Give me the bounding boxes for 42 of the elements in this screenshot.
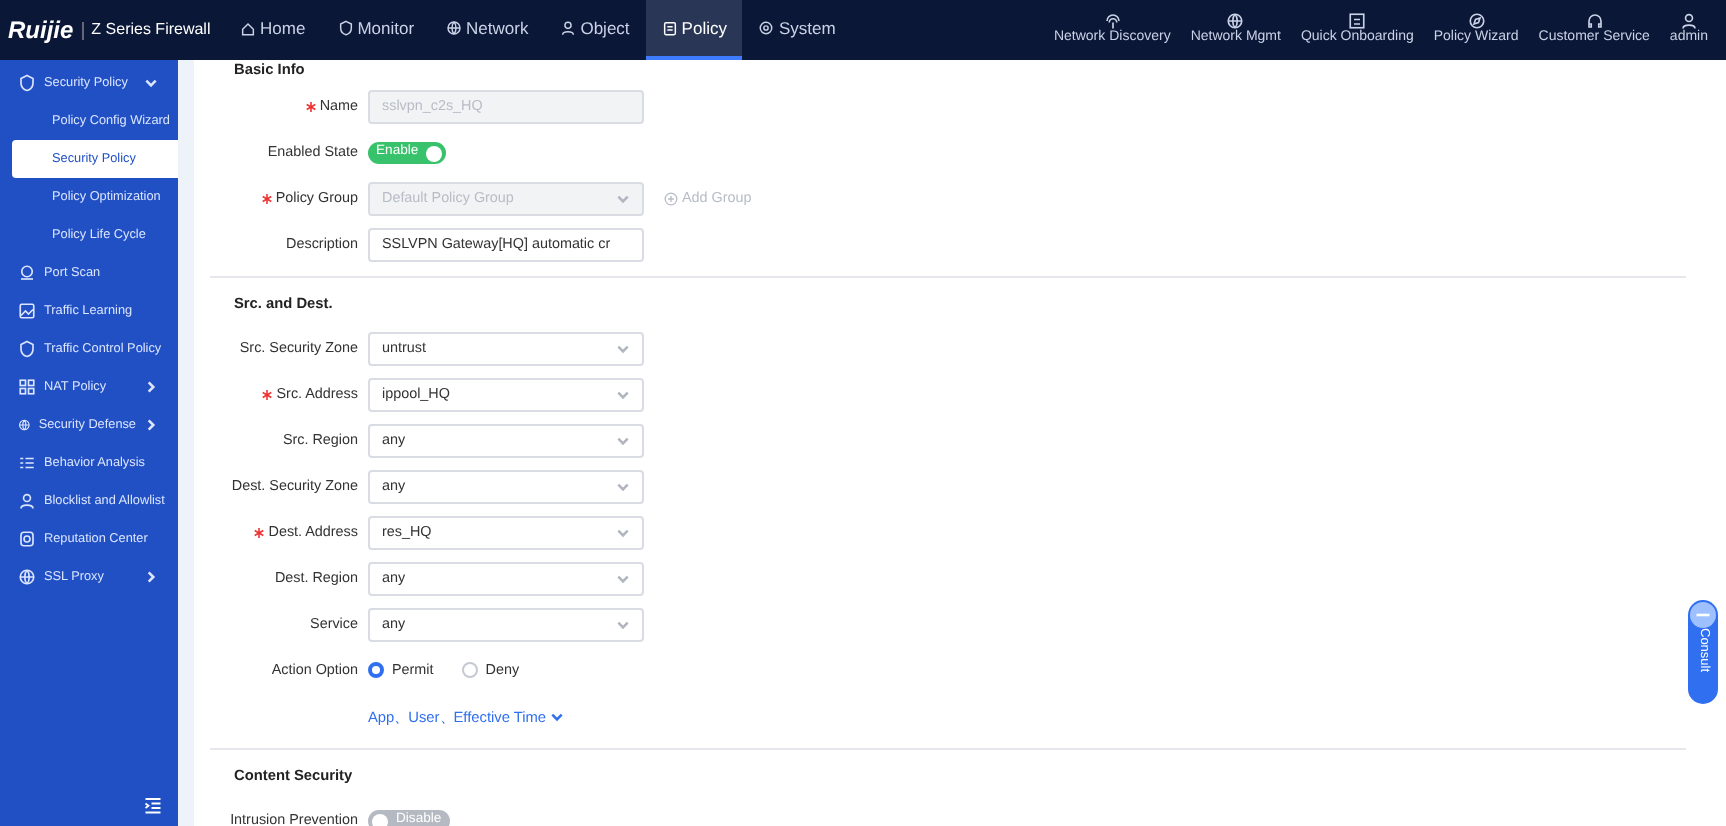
clipboard-icon — [661, 20, 678, 36]
scan-icon — [18, 264, 36, 282]
chevron-down-icon — [616, 526, 630, 540]
collapse-menu-icon[interactable] — [144, 796, 162, 814]
nav-tab[interactable]: Policy — [645, 0, 743, 60]
brand-logo: Ruijie — [8, 14, 74, 48]
product-name: Z Series Firewall — [91, 18, 211, 42]
nav-tab[interactable]: Object — [544, 0, 646, 60]
person-icon — [560, 20, 577, 36]
headset-icon — [1585, 12, 1604, 31]
image-icon — [18, 302, 36, 320]
person-icon — [18, 492, 36, 510]
chat-icon — [1690, 602, 1716, 628]
signal-icon — [1103, 12, 1122, 31]
nav-tab[interactable]: System — [742, 0, 852, 60]
badge-icon — [18, 530, 36, 548]
globe-icon — [446, 20, 463, 36]
globe-icon — [1226, 12, 1245, 31]
chevron-down-icon — [616, 572, 630, 586]
nav-tab[interactable]: Network — [430, 0, 545, 60]
globe-icon — [18, 416, 31, 434]
shield-icon — [18, 340, 36, 358]
board-icon — [1348, 12, 1367, 31]
gear-icon — [758, 20, 775, 36]
nav-tab[interactable]: Home — [224, 0, 322, 60]
chevron-down-icon — [550, 709, 565, 724]
chevron-down-icon — [616, 192, 630, 206]
chevron-down-icon — [616, 388, 630, 402]
compass-icon — [1467, 12, 1486, 31]
chevron-down-icon — [616, 342, 630, 356]
home-icon — [240, 20, 256, 36]
chevron-down-icon — [616, 618, 630, 632]
globe-icon — [18, 568, 36, 586]
person-icon — [1679, 12, 1698, 31]
plus-circle-icon — [664, 191, 678, 206]
chevron-down-icon — [616, 434, 630, 448]
shield-icon — [337, 20, 354, 36]
shield-icon — [18, 74, 36, 92]
grid-icon — [18, 378, 36, 396]
list-icon — [18, 454, 36, 472]
chevron-down-icon — [616, 480, 630, 494]
nav-tab[interactable]: Monitor — [321, 0, 431, 60]
